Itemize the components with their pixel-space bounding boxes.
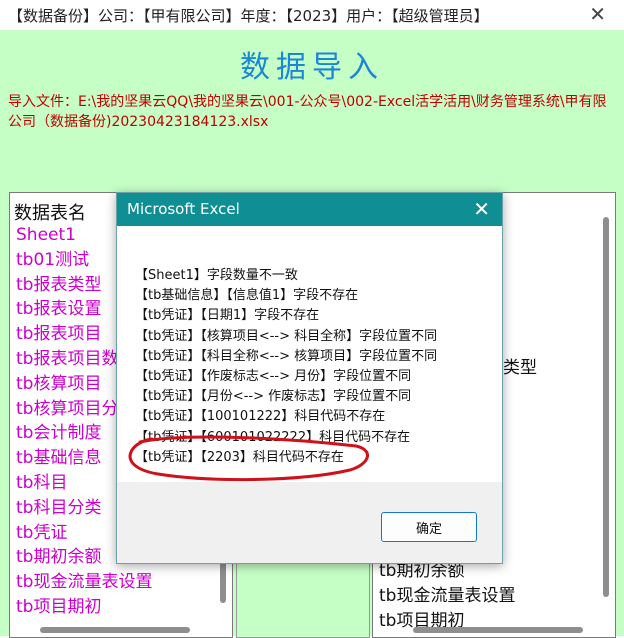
dialog-title: Microsoft Excel	[127, 200, 240, 218]
list-item-fragment: 类型	[503, 358, 537, 378]
error-message: 【tb凭证】【作废标志<--> 月份】字段位置不同	[135, 368, 412, 384]
list-item[interactable]: tb项目期初	[16, 595, 152, 620]
message-dialog: Microsoft Excel ✕ 【Sheet1】字段数量不一致 【tb基础信…	[116, 192, 503, 564]
window-title: 【数据备份】公司：【甲有限公司】年度：【2023】用户：【超级管理员】	[8, 7, 489, 25]
error-message: 【Sheet1】字段数量不一致	[135, 268, 298, 283]
error-message: 【tb凭证】【日期1】字段不存在	[135, 308, 320, 324]
dialog-footer: 确定	[117, 482, 502, 563]
horizontal-scrollbar[interactable]	[413, 627, 583, 633]
error-message: 【tb凭证】【月份<--> 作废标志】字段位置不同	[135, 389, 412, 405]
error-message: 【tb基础信息】【信息值1】字段不存在	[135, 288, 359, 304]
listbox-header: 数据表名	[14, 203, 86, 224]
vertical-scrollbar[interactable]	[603, 217, 609, 597]
list-item[interactable]: tb现金流量表设置	[379, 584, 515, 609]
window-close-icon[interactable]: ✕	[589, 2, 606, 26]
import-file-path: 导入文件：E:\我的坚果云QQ\我的坚果云\001-公众号\002-Excel活…	[8, 94, 607, 130]
ok-button[interactable]: 确定	[381, 512, 477, 542]
error-message: 【tb凭证】【100101222】科目代码不存在	[135, 409, 386, 425]
target-table-list: tb期初余额 tb现金流量表设置 tb项目期初	[379, 559, 515, 633]
red-annotation-circle	[128, 435, 369, 482]
window-titlebar: 【数据备份】公司：【甲有限公司】年度：【2023】用户：【超级管理员】 ✕	[0, 0, 624, 30]
dialog-close-icon[interactable]: ✕	[473, 197, 490, 221]
horizontal-scrollbar[interactable]	[40, 627, 190, 633]
dialog-titlebar: Microsoft Excel ✕	[117, 193, 502, 226]
list-item[interactable]: tb现金流量表设置	[16, 570, 152, 595]
error-message: 【tb凭证】【科目全称<--> 核算项目】字段位置不同	[135, 348, 438, 364]
error-message: 【tb凭证】【核算项目<--> 科目全称】字段位置不同	[135, 328, 438, 344]
page-title: 数据导入	[240, 50, 384, 85]
